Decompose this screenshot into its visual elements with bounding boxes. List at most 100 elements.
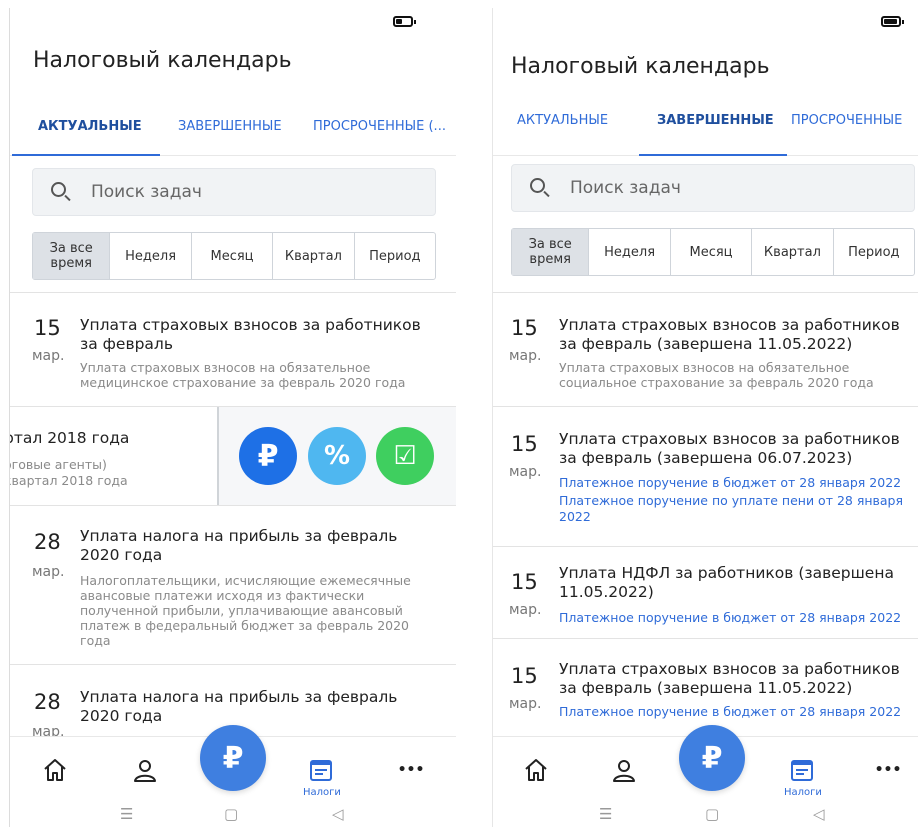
- period-filter: За все время Неделя Месяц Квартал Период: [511, 228, 915, 276]
- search-placeholder: Поиск задач: [570, 178, 681, 198]
- period-month[interactable]: Месяц: [190, 233, 272, 279]
- period-filter: За все время Неделя Месяц Квартал Период: [32, 232, 436, 280]
- system-nav-bar: ☰ ▢ ◁: [10, 801, 456, 825]
- task-day: 15: [511, 432, 538, 456]
- payment-order-link[interactable]: Платежное поручение в бюджет от 28 январ…: [559, 475, 909, 491]
- calendar-icon[interactable]: [306, 755, 336, 785]
- task-day: 15: [34, 316, 61, 340]
- ruble-fab-button[interactable]: ₽: [679, 725, 745, 791]
- penalty-button[interactable]: %: [308, 427, 366, 485]
- tab-overdue[interactable]: ПРОСРОЧЕННЫЕ (...: [313, 119, 446, 134]
- period-all-time[interactable]: За все время: [33, 233, 110, 279]
- task-month: мар.: [509, 348, 542, 364]
- active-tab-indicator: [639, 154, 787, 156]
- task-description: Уплата страховых взносов на обязательное…: [559, 360, 874, 390]
- battery-icon: [393, 16, 416, 27]
- back-icon[interactable]: ◁: [332, 805, 344, 823]
- tab-current[interactable]: АКТУАЛЬНЫЕ: [38, 119, 142, 134]
- ruble-fab-button[interactable]: ₽: [200, 725, 266, 791]
- task-month: мар.: [509, 602, 542, 618]
- page-title: Налоговый календарь: [33, 48, 292, 73]
- swiped-task-row[interactable]: ртал 2018 года оговые агенты) квартал 20…: [10, 406, 456, 506]
- search-input[interactable]: Поиск задач: [511, 164, 915, 212]
- task-description: Налогоплательщики, исчисляющие ежемесячн…: [80, 573, 411, 648]
- task-title: Уплата НДФЛ за работников (завершена 11.…: [559, 564, 894, 601]
- home-icon[interactable]: [40, 755, 70, 785]
- percent-icon: %: [323, 441, 351, 471]
- ruble-fab-icon: ₽: [701, 740, 723, 776]
- active-tab-indicator: [12, 154, 160, 156]
- more-glyph: •••: [397, 762, 425, 778]
- more-glyph: •••: [874, 762, 902, 778]
- task-month: мар.: [32, 348, 65, 364]
- screen-completed: Налоговый календарь АКТУАЛЬНЫЕ ЗАВЕРШЕНН…: [492, 8, 918, 827]
- search-icon: [530, 178, 545, 193]
- menu-icon[interactable]: ☰: [120, 805, 133, 823]
- home-button-icon[interactable]: ▢: [705, 805, 719, 823]
- complete-button[interactable]: ☑: [376, 427, 434, 485]
- task-title: ртал 2018 года: [9, 429, 130, 447]
- period-quarter[interactable]: Квартал: [272, 233, 353, 279]
- home-button-icon[interactable]: ▢: [224, 805, 238, 823]
- tab-overdue[interactable]: ПРОСРОЧЕННЫЕ: [791, 113, 902, 128]
- task-item-swiped[interactable]: ртал 2018 года оговые агенты) квартал 20…: [10, 407, 219, 505]
- calendar-icon[interactable]: [787, 755, 817, 785]
- ruble-icon: ₽: [257, 438, 279, 474]
- profile-icon[interactable]: [130, 755, 160, 785]
- period-week[interactable]: Неделя: [109, 233, 190, 279]
- task-description: оговые агенты): [9, 457, 107, 472]
- battery-icon: [881, 16, 904, 27]
- system-nav-bar: ☰ ▢ ◁: [493, 801, 918, 825]
- nav-label-taxes: Налоги: [303, 787, 341, 798]
- penalty-payment-link[interactable]: Платежное поручение по уплате пени от 28…: [559, 493, 909, 525]
- divider: [493, 406, 918, 407]
- task-description: квартал 2018 года: [9, 473, 128, 488]
- divider: [493, 638, 918, 639]
- task-title: Уплата налога на прибыль за февраль 2020…: [80, 527, 398, 564]
- more-icon[interactable]: •••: [396, 755, 426, 785]
- period-all-time[interactable]: За все время: [512, 229, 589, 275]
- task-title: Уплата страховых взносов за работников з…: [559, 660, 900, 697]
- task-day: 28: [34, 530, 61, 554]
- task-title: Уплата налога на прибыль за февраль 2020…: [80, 688, 398, 725]
- home-icon[interactable]: [521, 755, 551, 785]
- task-title: Уплата страховых взносов за работников з…: [80, 316, 421, 353]
- payment-order-link[interactable]: Платежное поручение в бюджет от 28 январ…: [559, 704, 909, 720]
- search-icon: [51, 182, 66, 197]
- screen-current: Налоговый календарь АКТУАЛЬНЫЕ ЗАВЕРШЕНН…: [9, 8, 456, 827]
- checkbox-icon: ☑: [393, 441, 417, 471]
- divider: [493, 292, 918, 293]
- task-month: мар.: [509, 696, 542, 712]
- more-icon[interactable]: •••: [873, 755, 903, 785]
- period-week[interactable]: Неделя: [588, 229, 669, 275]
- task-month: мар.: [509, 464, 542, 480]
- page-title: Налоговый календарь: [511, 54, 770, 79]
- back-icon[interactable]: ◁: [813, 805, 825, 823]
- task-day: 15: [511, 316, 538, 340]
- nav-label-taxes: Налоги: [784, 787, 822, 798]
- divider: [10, 664, 456, 665]
- bottom-nav: ₽ Налоги ••• ☰ ▢ ◁: [10, 725, 456, 827]
- tab-completed[interactable]: ЗАВЕРШЕННЫЕ: [657, 113, 774, 128]
- search-placeholder: Поиск задач: [91, 182, 202, 202]
- tab-completed[interactable]: ЗАВЕРШЕННЫЕ: [178, 119, 282, 134]
- period-month[interactable]: Месяц: [669, 229, 751, 275]
- tab-current[interactable]: АКТУАЛЬНЫЕ: [517, 113, 608, 128]
- period-custom[interactable]: Период: [353, 233, 435, 279]
- task-day: 28: [34, 690, 61, 714]
- payment-order-link[interactable]: Платежное поручение в бюджет от 28 январ…: [559, 610, 909, 626]
- task-month: мар.: [32, 564, 65, 580]
- menu-icon[interactable]: ☰: [599, 805, 612, 823]
- ruble-fab-icon: ₽: [222, 740, 244, 776]
- task-description: Уплата страховых взносов на обязательное…: [80, 360, 406, 390]
- task-day: 15: [511, 570, 538, 594]
- period-quarter[interactable]: Квартал: [751, 229, 832, 275]
- task-day: 15: [511, 664, 538, 688]
- period-custom[interactable]: Период: [832, 229, 914, 275]
- pay-button[interactable]: ₽: [239, 427, 297, 485]
- task-title: Уплата страховых взносов за работников з…: [559, 430, 900, 467]
- search-input[interactable]: Поиск задач: [32, 168, 436, 216]
- divider: [493, 546, 918, 547]
- profile-icon[interactable]: [609, 755, 639, 785]
- divider: [10, 292, 456, 293]
